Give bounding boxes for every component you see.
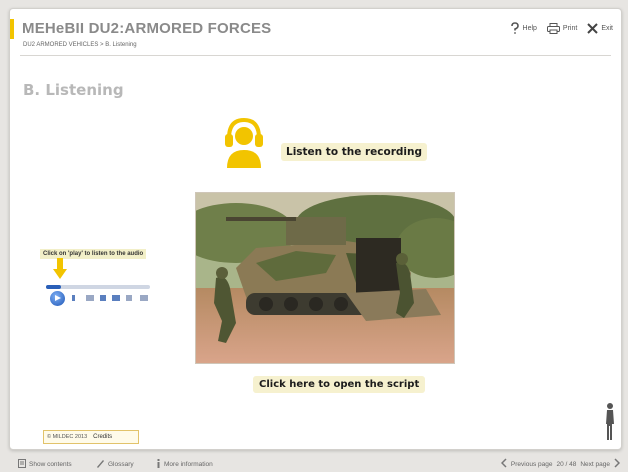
credits-link[interactable]: Credits xyxy=(93,434,112,440)
print-button[interactable]: Print xyxy=(546,22,578,34)
info-icon xyxy=(156,459,161,470)
accent-bar xyxy=(10,19,14,39)
chevron-right-icon[interactable] xyxy=(614,458,621,470)
chevron-left-icon[interactable] xyxy=(500,458,507,470)
headset-icon xyxy=(219,114,269,175)
footer-bar: Show contents Glossary More information … xyxy=(0,455,628,472)
next-page-link[interactable]: Next page xyxy=(580,461,610,468)
help-button[interactable]: Help xyxy=(510,22,537,34)
next-icon[interactable] xyxy=(126,295,132,301)
armored-vehicle-photo xyxy=(195,192,455,364)
toolbar: Help Print Exit xyxy=(510,22,613,34)
audio-progress-track[interactable] xyxy=(46,285,150,289)
exit-button[interactable]: Exit xyxy=(587,22,613,34)
stop-icon[interactable] xyxy=(72,295,75,301)
show-contents-label: Show contents xyxy=(29,461,72,468)
header-divider xyxy=(20,55,611,56)
audio-player xyxy=(42,282,154,308)
page-counter: 20 / 48 xyxy=(556,460,577,468)
contents-icon xyxy=(18,459,26,470)
audio-progress-fill xyxy=(46,285,61,289)
play-icon[interactable] xyxy=(50,291,65,306)
pager: Previous page 20 / 48 Next page xyxy=(500,458,621,470)
exit-label: Exit xyxy=(601,24,613,32)
glossary-icon xyxy=(96,459,105,470)
soldier-icon xyxy=(603,402,617,447)
previous-icon[interactable] xyxy=(100,295,106,301)
fast-forward-icon[interactable] xyxy=(112,295,120,301)
glossary-button[interactable]: Glossary xyxy=(96,459,134,470)
previous-page-link[interactable]: Previous page xyxy=(511,461,553,468)
arrow-down-icon xyxy=(53,258,67,285)
credits-box: © MILDEC 2013 Credits xyxy=(43,430,139,444)
more-information-button[interactable]: More information xyxy=(156,459,213,470)
rewind-icon[interactable] xyxy=(86,295,94,301)
exit-icon xyxy=(587,22,599,34)
open-script-button[interactable]: Click here to open the script xyxy=(253,376,426,393)
print-icon xyxy=(546,22,560,34)
glossary-label: Glossary xyxy=(108,461,134,468)
app-title: MEHeBII DU2:ARMORED FORCES xyxy=(22,20,272,37)
help-icon xyxy=(510,22,520,34)
show-contents-button[interactable]: Show contents xyxy=(18,459,72,470)
more-information-label: More information xyxy=(164,461,213,468)
section-title: B. Listening xyxy=(23,81,124,99)
copyright-text: © MILDEC 2013 xyxy=(47,434,88,440)
listen-label: Listen to the recording xyxy=(281,143,427,161)
breadcrumb: DU2 ARMORED VEHICLES > B. Listening xyxy=(23,42,137,48)
help-label: Help xyxy=(522,24,537,32)
print-label: Print xyxy=(562,24,578,32)
volume-icon[interactable] xyxy=(140,295,148,301)
